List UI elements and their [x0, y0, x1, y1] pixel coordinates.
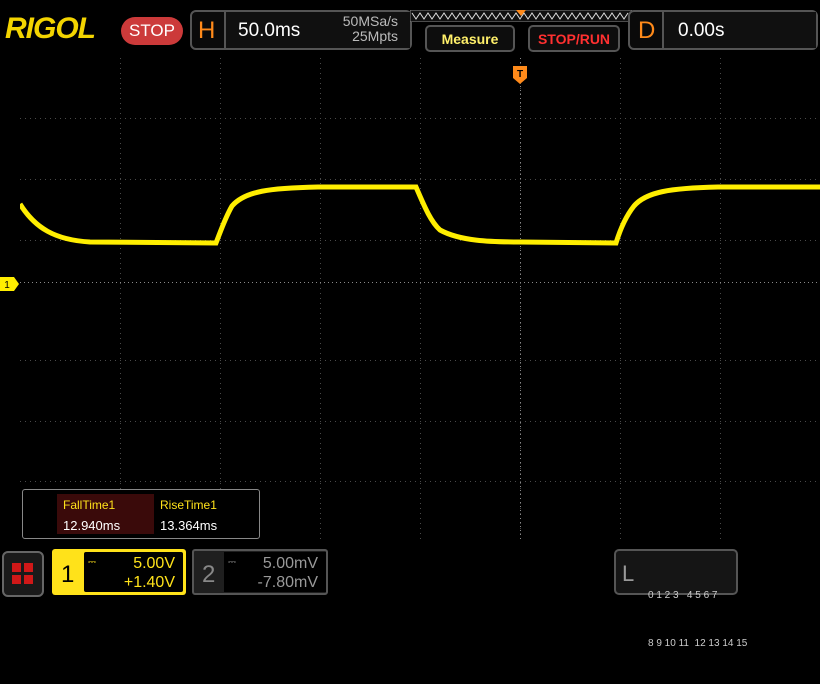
- rigol-logo: RIGOL: [5, 12, 96, 45]
- channel2-offset: -7.80mV: [257, 574, 318, 591]
- run-state-badge[interactable]: STOP: [121, 17, 183, 45]
- channel1-scale: 5.00V: [133, 555, 175, 572]
- horizontal-label: H: [198, 17, 216, 44]
- delay-value: 0.00s: [678, 20, 725, 41]
- channel1-number: 1: [61, 561, 75, 588]
- channel1-ground-marker[interactable]: 1: [0, 277, 20, 291]
- measurement-name: RiseTime1: [160, 498, 217, 512]
- dc-coupling-icon: ⎓: [88, 557, 96, 568]
- delay-label: D: [638, 17, 656, 44]
- memory-depth: 25Mpts: [352, 28, 398, 44]
- horizontal-readout: 50.0ms 50MSa/s 25Mpts: [224, 12, 410, 48]
- svg-text:T: T: [517, 69, 523, 80]
- measurement-item[interactable]: RiseTime1 13.364ms: [154, 494, 254, 534]
- app-grid-icon: [12, 563, 33, 584]
- waveform-display[interactable]: T: [20, 58, 820, 542]
- bottom-status-bar: 1 ⎓ 5.00V +1.40V 2 ⎓ 5.00mV -7.80mV L 0 …: [0, 545, 820, 649]
- measure-button[interactable]: Measure: [425, 25, 515, 52]
- channel2-panel[interactable]: 2 ⎓ 5.00mV -7.80mV: [192, 549, 328, 595]
- measurement-name: FallTime1: [63, 498, 116, 512]
- logic-analyzer-panel[interactable]: L 0 1 2 3 4 5 6 7 8 9 10 11 12 13 14 15: [614, 549, 747, 649]
- stop-run-button[interactable]: STOP/RUN: [528, 25, 620, 52]
- logic-bits-row: 0 1 2 3 4 5 6 7: [648, 590, 718, 601]
- channel1-readout: ⎓ 5.00V +1.40V: [84, 552, 183, 592]
- memory-position-indicator: [410, 10, 632, 22]
- channel1-offset: +1.40V: [123, 574, 175, 591]
- channel2-scale: 5.00mV: [262, 555, 318, 572]
- svg-text:1: 1: [4, 280, 10, 291]
- timebase-value: 50.0ms: [238, 20, 301, 41]
- delay-readout: 0.00s: [662, 12, 816, 48]
- channel2-readout: ⎓ 5.00mV -7.80mV: [224, 552, 326, 592]
- measurement-results-panel: FallTime1 12.940ms RiseTime1 13.364ms: [22, 489, 260, 539]
- logic-channel-bits: 0 1 2 3 4 5 6 7 8 9 10 11 12 13 14 15: [648, 556, 747, 684]
- menu-button[interactable]: [2, 551, 44, 597]
- channel1-panel[interactable]: 1 ⎓ 5.00V +1.40V: [52, 549, 186, 595]
- dc-coupling-icon: ⎓: [228, 557, 236, 568]
- sample-rate: 50MSa/s: [342, 13, 398, 29]
- logic-label: L: [622, 561, 635, 586]
- channel2-number: 2: [202, 561, 216, 588]
- measurement-item[interactable]: FallTime1 12.940ms: [57, 494, 154, 534]
- horizontal-timebase-panel[interactable]: H 50.0ms 50MSa/s 25Mpts: [190, 10, 412, 50]
- top-status-bar: RIGOL STOP H 50.0ms 50MSa/s 25Mpts Measu…: [0, 0, 820, 58]
- measurement-value: 12.940ms: [63, 518, 121, 533]
- logic-bits-row: 8 9 10 11 12 13 14 15: [648, 638, 748, 649]
- delay-panel[interactable]: D 0.00s: [628, 10, 818, 50]
- acquisition-info: 50MSa/s 25Mpts: [343, 14, 398, 44]
- measurement-value: 13.364ms: [160, 518, 218, 533]
